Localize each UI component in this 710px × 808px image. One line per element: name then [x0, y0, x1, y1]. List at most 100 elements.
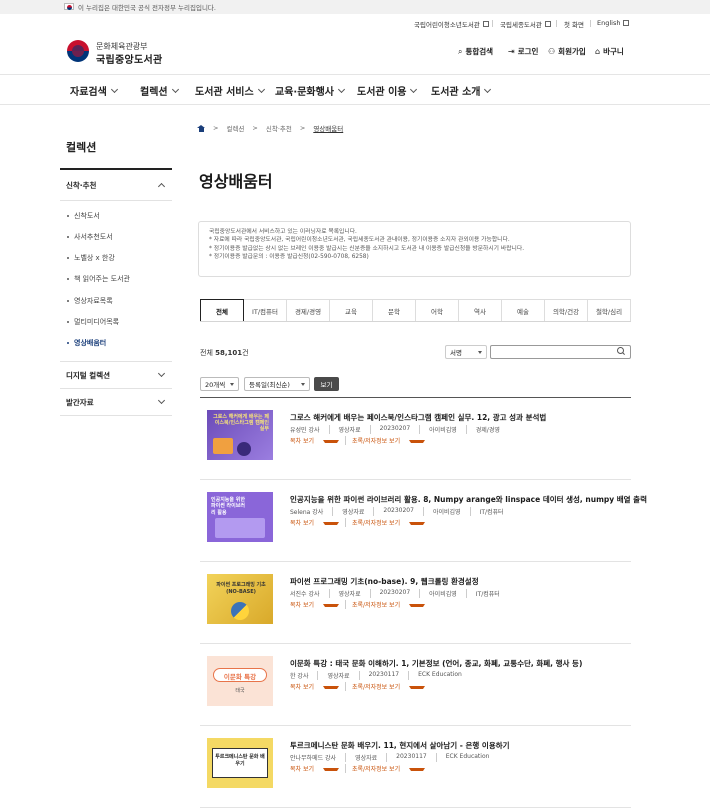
thumb-text: 그로스 해커에게 배우는 페이스북/인스타그램 캠페인 실무 [213, 414, 269, 432]
search-field-value: 서명 [450, 349, 462, 357]
header-cart-button[interactable]: ⌂ 바구니 [595, 46, 624, 57]
tab-it[interactable]: IT/컴퓨터 [244, 299, 287, 321]
list-item: 인공지능을 위한 파이썬 라이브러리 활용 인공지능을 위한 파이썬 라이브러리… [200, 480, 647, 562]
sidebar-item-multimedia-list[interactable]: 멀티미디어목록 [67, 317, 119, 327]
util-link-sejong-library[interactable]: 국립세종도서관 [500, 19, 551, 29]
gnb-item-library-use[interactable]: 도서관 이용 [357, 83, 418, 98]
divider [492, 20, 493, 27]
thumb-figure [215, 518, 265, 538]
login-icon: ⇥ [508, 47, 515, 56]
item-title[interactable]: 이문화 특강 : 태국 문화 이해하기. 1, 기본정보 (언어, 종교, 화폐… [290, 658, 582, 669]
sort-select[interactable]: 등록일(최신순) [244, 377, 310, 391]
tab-literature[interactable]: 문학 [373, 299, 416, 321]
item-title[interactable]: 그로스 해커에게 배우는 페이스북/인스타그램 캠페인 실무. 12, 광고 성… [290, 412, 546, 423]
breadcrumb-item[interactable]: 컬렉션 [226, 123, 244, 133]
item-links: 목차 보기 초록/저자정보 보기 [290, 682, 431, 691]
gnb-item-library-service[interactable]: 도서관 서비스 [195, 83, 265, 98]
view-button[interactable]: 보기 [314, 377, 339, 391]
item-publisher: 아이비김영 [422, 507, 470, 516]
toc-toggle[interactable]: 목차 보기 [290, 600, 345, 609]
thumb-subtext: 태국 [235, 688, 245, 694]
util-link-home[interactable]: 첫 화면 [564, 19, 584, 29]
item-title[interactable]: 인공지능을 위한 파이썬 라이브러리 활용. 8, Numpy arange와 … [290, 494, 647, 505]
item-links: 목차 보기 초록/저자정보 보기 [290, 600, 431, 609]
item-date: 20230117 [386, 753, 436, 762]
sidebar-item-new-books[interactable]: 신착도서 [67, 211, 100, 221]
sidebar-item-video-list[interactable]: 영상자료목록 [67, 296, 113, 306]
sidebar-item-read-aloud[interactable]: 책 읽어주는 도서관 [67, 274, 130, 284]
python-logo-icon [231, 602, 249, 620]
item-thumbnail[interactable]: 파이썬 프로그래밍 기초 (NO-BASE) [207, 574, 273, 624]
sidebar-item-video-learning[interactable]: 영상배움터 [67, 338, 106, 348]
bullet-icon [67, 342, 69, 344]
item-thumbnail[interactable]: 투르크메니스탄 문화 배우기 [207, 738, 273, 788]
item-meta: 한 강사 영상자료 20230117 ECK Education [290, 671, 471, 680]
tab-art[interactable]: 예술 [502, 299, 545, 321]
toc-toggle[interactable]: 목차 보기 [290, 436, 345, 445]
caret-down-icon [409, 686, 426, 689]
bullet-icon [67, 321, 69, 323]
header-login-button[interactable]: ⇥ 로그인 [508, 46, 538, 57]
toc-toggle[interactable]: 목차 보기 [290, 518, 345, 527]
caret-down-icon [323, 686, 339, 689]
item-thumbnail[interactable]: 그로스 해커에게 배우는 페이스북/인스타그램 캠페인 실무 [207, 410, 273, 460]
thumb-figure [213, 438, 233, 454]
item-date: 20230207 [369, 589, 420, 598]
category-tabs: 전체 IT/컴퓨터 경제/경영 교육 문학 어학 역사 예술 의학/건강 철학/… [200, 299, 631, 322]
search-icon[interactable] [617, 347, 625, 355]
user-icon: ⚇ [548, 47, 556, 56]
home-icon[interactable] [197, 124, 205, 132]
util-link-children-library[interactable]: 국립어린이청소년도서관 [414, 19, 489, 29]
list-item: 투르크메니스탄 문화 배우기 투르크메니스탄 문화 배우기. 11, 현지에서 … [200, 726, 631, 808]
tab-health[interactable]: 의학/건강 [545, 299, 588, 321]
tab-economy[interactable]: 경제/경영 [287, 299, 330, 321]
sidebar-section-new[interactable]: 신착·추천 [60, 170, 172, 200]
abstract-toggle[interactable]: 초록/저자정보 보기 [345, 436, 431, 445]
tab-history[interactable]: 역사 [459, 299, 502, 321]
sidebar-section-digital[interactable]: 디지털 컬렉션 [60, 362, 172, 388]
caret-down-icon [323, 768, 339, 771]
toc-toggle[interactable]: 목차 보기 [290, 764, 345, 773]
breadcrumb-item[interactable]: 신착·추천 [266, 123, 292, 133]
item-title[interactable]: 투르크메니스탄 문화 배우기. 11, 현지에서 살아남기 - 은행 이용하기 [290, 740, 510, 751]
caret-down-icon [478, 350, 482, 354]
header-search-button[interactable]: ⌕ 통합검색 [458, 46, 493, 57]
caret-down-icon [409, 440, 426, 443]
gnb-item-about[interactable]: 도서관 소개 [431, 83, 492, 98]
header-signup-button[interactable]: ⚇ 회원가입 [548, 46, 586, 57]
gnb-item-search[interactable]: 자료검색 [70, 83, 118, 98]
abstract-toggle[interactable]: 초록/저자정보 보기 [345, 764, 431, 773]
sidebar-item-librarian-pick[interactable]: 사서추천도서 [67, 232, 113, 242]
abstract-toggle[interactable]: 초록/저자정보 보기 [345, 518, 431, 527]
util-link-english[interactable]: English [597, 19, 630, 27]
item-thumbnail[interactable]: 인공지능을 위한 파이썬 라이브러리 활용 [207, 492, 273, 542]
sidebar-section-label: 신착·추천 [66, 180, 97, 190]
divider [590, 20, 591, 27]
gnb-item-education[interactable]: 교육·문화행사 [275, 83, 346, 98]
per-page-select[interactable]: 20개씩 [200, 377, 239, 391]
gnb-item-collection[interactable]: 컬렉션 [140, 83, 179, 98]
toc-toggle[interactable]: 목차 보기 [290, 682, 345, 691]
logo-emblem-icon[interactable] [67, 40, 89, 62]
sidebar-item-nobel[interactable]: 노벨상 x 한강 [67, 253, 115, 263]
sidebar-section-publications[interactable]: 발간자료 [60, 389, 172, 415]
abstract-toggle[interactable]: 초록/저자정보 보기 [345, 682, 431, 691]
breadcrumb-current[interactable]: 영상배움터 [313, 123, 343, 133]
chevron-down-icon [171, 85, 179, 93]
abstract-toggle[interactable]: 초록/저자정보 보기 [345, 600, 431, 609]
tab-philosophy[interactable]: 철학/심리 [588, 299, 631, 321]
item-title[interactable]: 파이썬 프로그래밍 기초(no-base). 9, 웹크롤링 환경설정 [290, 576, 479, 587]
tab-all[interactable]: 전체 [200, 299, 244, 321]
breadcrumb-sep: > [299, 124, 306, 132]
search-input[interactable] [490, 345, 631, 359]
logo-title[interactable]: 국립중앙도서관 [96, 51, 163, 66]
search-field-select[interactable]: 서명 [445, 345, 487, 359]
tab-language[interactable]: 어학 [416, 299, 459, 321]
item-thumbnail[interactable]: 이문화 특강 태국 [207, 656, 273, 706]
sidebar-title: 컬렉션 [66, 141, 97, 154]
item-category: IT/컴퓨터 [469, 507, 513, 516]
item-author: Selena 강사 [290, 509, 324, 516]
total-prefix: 전체 [200, 349, 213, 357]
breadcrumb-sep: > [213, 124, 219, 132]
tab-education[interactable]: 교육 [330, 299, 373, 321]
